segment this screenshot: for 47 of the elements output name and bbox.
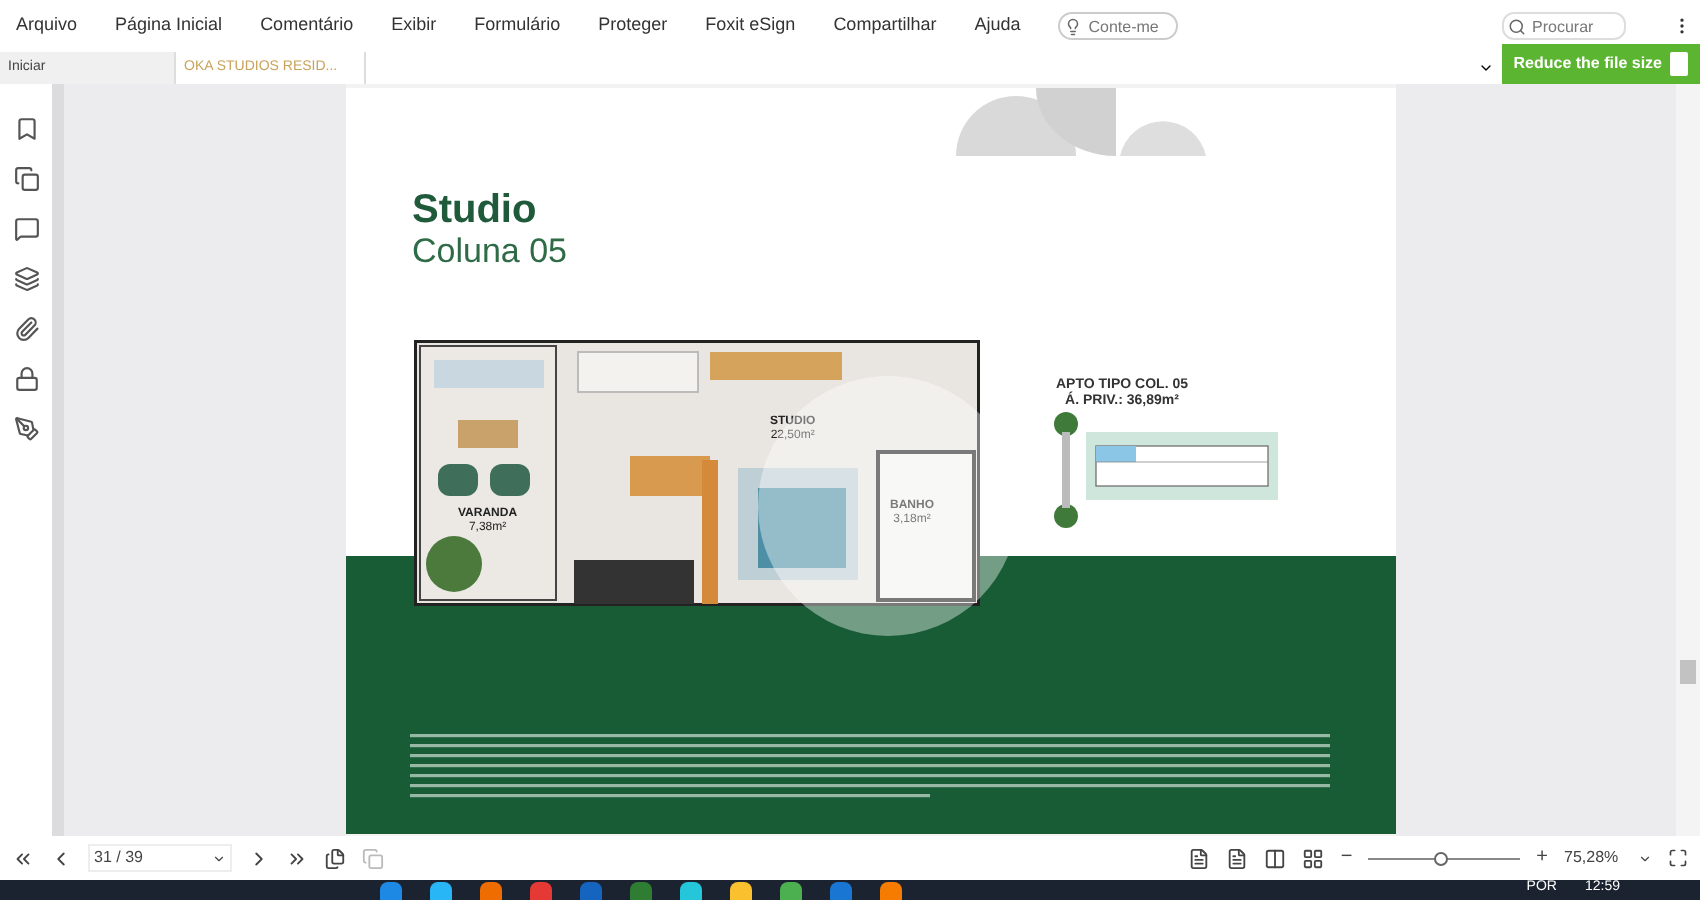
taskbar-app-icon[interactable] [430, 882, 452, 900]
find-field[interactable]: Procurar [1502, 12, 1626, 40]
taskbar-app-icon[interactable] [680, 882, 702, 900]
pen-icon[interactable] [13, 416, 39, 442]
search-icon [1508, 17, 1526, 35]
menu-item[interactable]: Exibir [391, 12, 437, 40]
lightbulb-icon [1064, 17, 1083, 35]
taskbar-app-icon[interactable] [880, 882, 902, 900]
menu-item[interactable]: Ajuda [974, 12, 1021, 40]
dropdown-icon [212, 851, 226, 865]
taskbar-app-icon[interactable] [380, 882, 402, 900]
zoom-in-button[interactable]: + [1536, 848, 1548, 868]
last-page-icon[interactable] [286, 847, 308, 869]
taskbar-app-icon[interactable] [780, 882, 802, 900]
menu-item[interactable]: Comentário [260, 12, 354, 40]
menu-item[interactable]: Proteger [598, 12, 668, 40]
zoom-field[interactable]: 75,28% [1564, 844, 1652, 872]
fullscreen-icon[interactable] [1668, 848, 1688, 868]
dropdown-icon[interactable] [1477, 60, 1494, 76]
pages-icon[interactable] [13, 166, 39, 192]
first-page-icon[interactable] [12, 847, 34, 869]
dropdown-icon [1638, 851, 1652, 865]
continuous-page-icon[interactable] [1226, 847, 1249, 869]
two-page-icon[interactable] [1264, 847, 1287, 869]
page-title: Studio [412, 188, 539, 232]
pages-icon[interactable] [324, 847, 346, 869]
menu-item[interactable]: Página Inicial [115, 12, 223, 40]
grid-icon[interactable] [1302, 847, 1325, 869]
scrollbar-thumb[interactable] [1680, 660, 1696, 684]
page-subtitle: Coluna 05 [412, 232, 570, 272]
page-number-field[interactable]: 31 / 39 [88, 844, 232, 872]
zoom-thumb[interactable] [1433, 851, 1448, 865]
taskbar-app-icon[interactable] [730, 882, 752, 900]
tell-me-field[interactable]: Conte-me [1058, 12, 1179, 40]
menu-item[interactable]: Formulário [474, 12, 561, 40]
lock-icon[interactable] [13, 366, 39, 392]
file-icon [1670, 52, 1688, 76]
paperclip-icon[interactable] [13, 316, 39, 342]
zoom-out-button[interactable]: − [1340, 848, 1353, 868]
bookmark-icon[interactable] [13, 116, 39, 142]
menu-item[interactable]: Foxit eSign [705, 12, 796, 40]
comment-icon[interactable] [13, 216, 39, 242]
menu-item[interactable]: Arquivo [16, 12, 78, 40]
taskbar-app-icon[interactable] [480, 882, 502, 900]
single-page-icon[interactable] [1188, 847, 1211, 869]
menu-item[interactable]: Compartilhar [833, 12, 937, 40]
layers-icon[interactable] [13, 266, 39, 292]
